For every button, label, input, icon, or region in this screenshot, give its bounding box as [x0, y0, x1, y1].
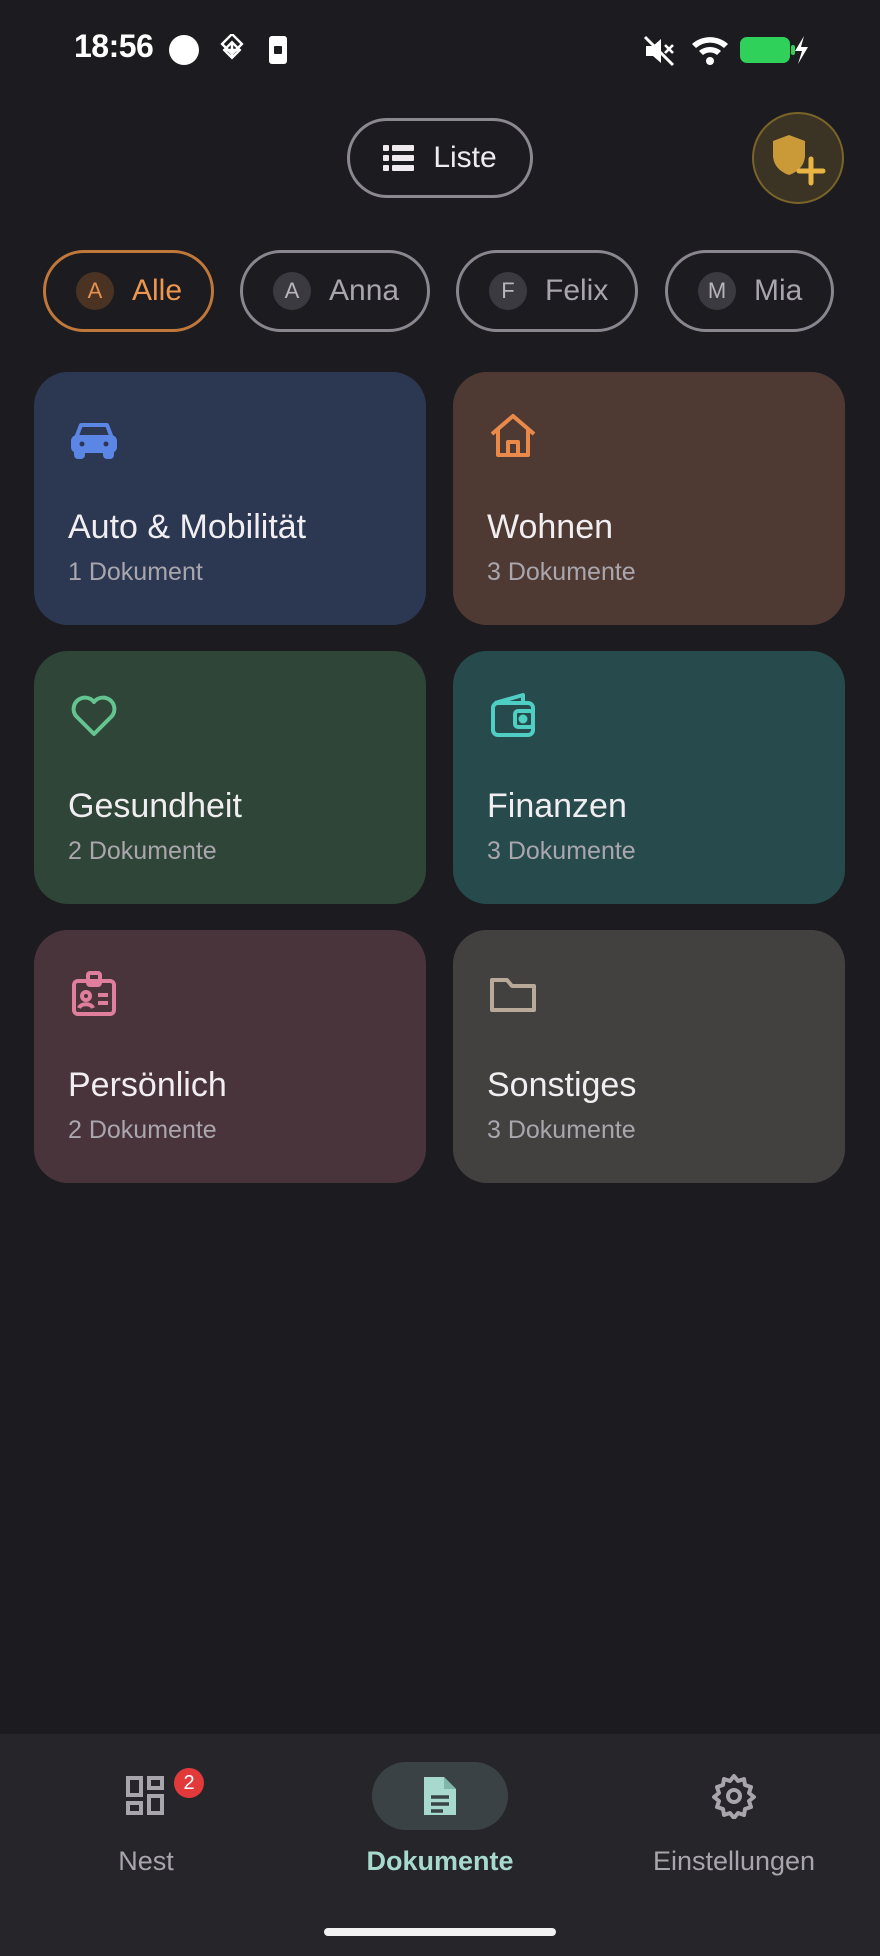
filter-chip-mia[interactable]: M Mia: [665, 250, 834, 332]
category-title: Persönlich: [68, 1066, 227, 1104]
list-icon: [383, 145, 415, 171]
filter-chip-felix[interactable]: F Felix: [456, 250, 638, 332]
chip-avatar: F: [489, 272, 527, 310]
wallet-icon: [491, 693, 535, 737]
nav-item-einstellungen[interactable]: Einstellungen: [614, 1762, 854, 1912]
chip-avatar: A: [273, 272, 311, 310]
battery-charging-icon: [740, 36, 808, 64]
filter-chip-anna[interactable]: A Anna: [240, 250, 430, 332]
app-notification-icon: [220, 34, 244, 60]
category-title: Finanzen: [487, 787, 627, 825]
category-card-finanzen[interactable]: Finanzen 3 Dokumente: [453, 651, 845, 904]
view-toggle-label: Liste: [433, 141, 497, 174]
document-icon: [424, 1777, 456, 1815]
category-card-sonstiges[interactable]: Sonstiges 3 Dokumente: [453, 930, 845, 1183]
view-toggle-button[interactable]: Liste: [347, 118, 533, 198]
add-secure-document-button[interactable]: [752, 112, 844, 204]
category-count: 1 Dokument: [68, 558, 203, 586]
heart-icon: [71, 695, 117, 736]
chip-label: Felix: [545, 274, 609, 307]
category-count: 3 Dokumente: [487, 1116, 636, 1144]
chip-label: Alle: [132, 274, 183, 307]
nav-item-nest[interactable]: 2 Nest: [26, 1762, 266, 1912]
notification-badge: 2: [174, 1768, 204, 1798]
filter-chip-alle[interactable]: A Alle: [43, 250, 214, 332]
category-count: 3 Dokumente: [487, 837, 636, 865]
category-title: Wohnen: [487, 508, 614, 546]
id-badge-icon: [72, 971, 116, 1016]
gear-icon: [712, 1774, 756, 1819]
category-card-wohnen[interactable]: Wohnen 3 Dokumente: [453, 372, 845, 625]
nav-icon-container: [666, 1762, 802, 1830]
status-time: 18:56: [74, 28, 154, 64]
category-count: 2 Dokumente: [68, 837, 217, 865]
home-indicator[interactable]: [324, 1928, 556, 1936]
chip-avatar: M: [698, 272, 736, 310]
sim-card-icon: [269, 36, 287, 64]
wifi-icon: [692, 37, 728, 65]
category-card-persoenlich[interactable]: Persönlich 2 Dokumente: [34, 930, 426, 1183]
category-title: Gesundheit: [68, 787, 242, 825]
house-icon: [490, 414, 536, 457]
category-card-gesundheit[interactable]: Gesundheit 2 Dokumente: [34, 651, 426, 904]
nav-label: Nest: [118, 1846, 174, 1876]
bottom-navigation: 2 Nest Dokumente Einstellungen: [0, 1734, 880, 1956]
category-title: Sonstiges: [487, 1066, 637, 1104]
shield-plus-icon: [773, 135, 826, 186]
status-bar: 18:56: [0, 0, 880, 100]
folder-icon: [490, 978, 536, 1012]
category-count: 3 Dokumente: [487, 558, 636, 586]
nav-label: Dokumente: [366, 1846, 514, 1876]
nav-item-dokumente[interactable]: Dokumente: [320, 1762, 560, 1912]
category-count: 2 Dokumente: [68, 1116, 217, 1144]
category-title: Auto & Mobilität: [68, 508, 307, 546]
person-filter-bar: A Alle A Anna F Felix M Mia: [0, 250, 880, 334]
nav-icon-container: [372, 1762, 508, 1830]
chip-label: Mia: [754, 274, 803, 307]
notification-dot-icon: [169, 35, 199, 65]
category-card-auto[interactable]: Auto & Mobilität 1 Dokument: [34, 372, 426, 625]
nav-label: Einstellungen: [652, 1846, 816, 1876]
chip-label: Anna: [329, 274, 400, 307]
mute-icon: [643, 35, 675, 67]
dashboard-icon: [126, 1776, 164, 1815]
car-icon: [71, 423, 117, 459]
chip-avatar: A: [76, 272, 114, 310]
